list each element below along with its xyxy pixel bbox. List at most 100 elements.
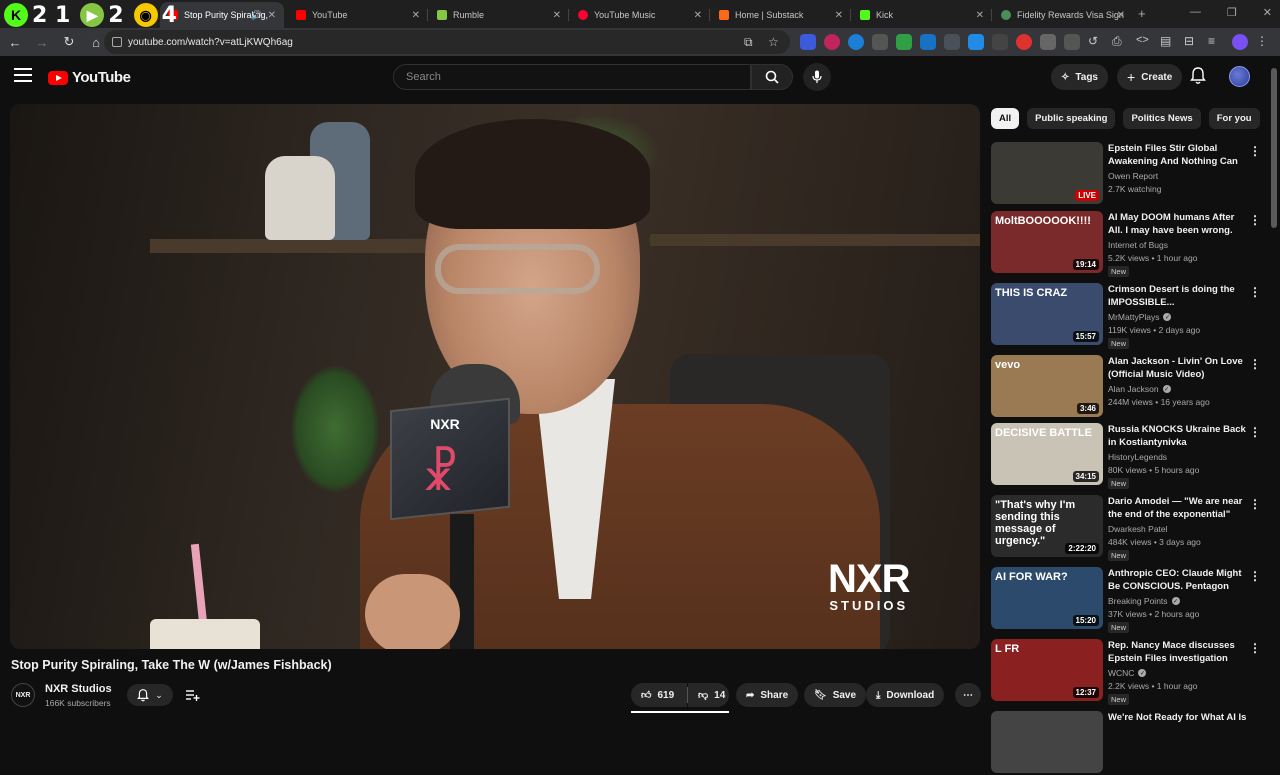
close-icon[interactable]: ✕ bbox=[1117, 10, 1125, 21]
close-icon[interactable]: ✕ bbox=[835, 10, 843, 21]
recommendation-channel[interactable]: MrMattyPlays ✓ bbox=[1108, 312, 1172, 322]
hamburger-menu-icon[interactable] bbox=[14, 68, 32, 82]
media-controls-icon[interactable]: ≡ bbox=[1208, 34, 1224, 50]
more-vertical-icon[interactable]: ⋮ bbox=[1249, 357, 1261, 371]
new-tab-icon[interactable]: + bbox=[1138, 6, 1146, 21]
extension-icon[interactable] bbox=[944, 34, 960, 50]
chip-all[interactable]: All bbox=[991, 108, 1020, 129]
video-thumbnail[interactable]: AI FOR WAR? 15:20 bbox=[991, 567, 1103, 629]
video-thumbnail[interactable]: MoltBOOOOOK!!!! 19:14 bbox=[991, 211, 1103, 273]
recommendation-channel[interactable]: HistoryLegends bbox=[1108, 452, 1167, 462]
page-scrollbar[interactable] bbox=[1271, 60, 1277, 720]
recommendation-title[interactable]: Dario Amodei — "We are near the end of t… bbox=[1108, 495, 1248, 521]
recommendation-channel[interactable]: Breaking Points ✓ bbox=[1108, 596, 1180, 606]
video-thumbnail[interactable]: L FR 12:37 bbox=[991, 639, 1103, 701]
tab-search-icon[interactable]: ⊟ bbox=[1184, 34, 1200, 50]
window-close-icon[interactable]: ✕ bbox=[1263, 6, 1272, 19]
recommendation-title[interactable]: Rep. Nancy Mace discusses Epstein Files … bbox=[1108, 639, 1248, 665]
voice-search-button[interactable] bbox=[803, 63, 831, 91]
extension-icon[interactable] bbox=[968, 34, 984, 50]
video-thumbnail[interactable]: LIVE bbox=[991, 142, 1103, 204]
minimize-icon[interactable]: — bbox=[1190, 6, 1201, 19]
recommendation-channel[interactable]: Owen Report bbox=[1108, 171, 1158, 181]
recommendation-item[interactable]: THIS IS CRAZ 15:57 Crimson Desert is doing… bbox=[991, 283, 1266, 349]
save-button[interactable]: 🔖︎ Save bbox=[804, 683, 867, 707]
recommendation-item[interactable]: vevo 3:46 Alan Jackson - Livin' On Love (O… bbox=[991, 355, 1266, 419]
recommendation-title[interactable]: Crimson Desert is doing the IMPOSSIBLE..… bbox=[1108, 283, 1248, 309]
tab-rumble[interactable]: Rumble ✕ bbox=[429, 2, 569, 28]
like-button[interactable]: 👍︎ 619 bbox=[631, 683, 687, 707]
create-button[interactable]: + Create bbox=[1117, 64, 1183, 90]
more-vertical-icon[interactable]: ⋮ bbox=[1249, 144, 1261, 158]
recommendation-item[interactable]: We're Not Ready for What AI Is bbox=[991, 711, 1266, 775]
scrollbar-thumb[interactable] bbox=[1271, 68, 1277, 228]
extension-icon[interactable] bbox=[992, 34, 1008, 50]
recommendation-item[interactable]: "That's why I'm sending this message of … bbox=[991, 495, 1266, 561]
subscribed-notifications-button[interactable]: ⌄ bbox=[127, 684, 173, 706]
reload-icon[interactable]: ↻ bbox=[57, 30, 81, 54]
dislike-button[interactable]: 👎︎ 14 bbox=[688, 683, 729, 707]
screenshot-icon[interactable]: ⎙ bbox=[1112, 34, 1128, 50]
history-icon[interactable]: ↺ bbox=[1088, 34, 1104, 50]
more-actions-button[interactable]: ⋯ bbox=[955, 683, 981, 707]
extension-icon[interactable] bbox=[920, 34, 936, 50]
video-thumbnail[interactable]: DECISIVE BATTLE 34:15 bbox=[991, 423, 1103, 485]
recommendation-title[interactable]: Russia KNOCKS Ukraine Back in Kostiantyn… bbox=[1108, 423, 1248, 449]
video-thumbnail[interactable]: "That's why I'm sending this message of … bbox=[991, 495, 1103, 557]
recommendation-title[interactable]: AI May DOOM humans After All. I may have… bbox=[1108, 211, 1248, 237]
video-thumbnail[interactable]: vevo 3:46 bbox=[991, 355, 1103, 417]
back-icon[interactable]: ← bbox=[3, 30, 27, 54]
chip-public-speaking[interactable]: Public speaking bbox=[1027, 108, 1116, 129]
extension-icon[interactable] bbox=[1040, 34, 1056, 50]
recommendation-channel[interactable]: Dwarkesh Patel bbox=[1108, 524, 1168, 534]
more-vertical-icon[interactable]: ⋮ bbox=[1249, 569, 1261, 583]
more-vertical-icon[interactable]: ⋮ bbox=[1249, 425, 1261, 439]
menu-icon[interactable]: ⋮ bbox=[1256, 34, 1272, 50]
notifications-button[interactable] bbox=[1190, 67, 1206, 90]
close-icon[interactable]: ✕ bbox=[268, 10, 276, 21]
recommendation-item[interactable]: LIVE Epstein Files Stir Global Awakening … bbox=[991, 142, 1266, 206]
devtools-icon[interactable]: <> bbox=[1136, 34, 1152, 50]
share-button[interactable]: ➦ Share bbox=[736, 683, 799, 707]
chip-for-you[interactable]: For you bbox=[1208, 108, 1260, 129]
tab-kick[interactable]: Kick ✕ bbox=[852, 2, 992, 28]
profile-icon[interactable] bbox=[1232, 34, 1248, 50]
cast-icon[interactable]: ⧉ bbox=[744, 35, 753, 50]
maximize-icon[interactable]: ❐ bbox=[1227, 6, 1237, 19]
more-vertical-icon[interactable]: ⋮ bbox=[1249, 641, 1261, 655]
recommendation-title[interactable]: Epstein Files Stir Global Awakening And … bbox=[1108, 142, 1248, 168]
tags-button[interactable]: ✧ Tags bbox=[1051, 64, 1108, 90]
recommendation-item[interactable]: AI FOR WAR? 15:20 Anthropic CEO: Claude Mi… bbox=[991, 567, 1266, 633]
recommendation-channel[interactable]: WCNC ✓ bbox=[1108, 668, 1147, 678]
close-icon[interactable]: ✕ bbox=[412, 10, 420, 21]
video-player[interactable]: NXR ☧ NXR STUDIOS bbox=[10, 104, 980, 649]
speaker-icon[interactable]: 🔊 bbox=[251, 10, 262, 21]
recommendation-title[interactable]: We're Not Ready for What AI Is bbox=[1108, 711, 1248, 724]
close-icon[interactable]: ✕ bbox=[976, 10, 984, 21]
more-vertical-icon[interactable]: ⋮ bbox=[1249, 213, 1261, 227]
tab-youtube[interactable]: YouTube ✕ bbox=[288, 2, 428, 28]
extension-icon[interactable] bbox=[1016, 34, 1032, 50]
extension-icon[interactable] bbox=[896, 34, 912, 50]
address-bar[interactable]: youtube.com/watch?v=atLjKWQh6ag ⧉ ☆ bbox=[104, 30, 790, 54]
recommendation-title[interactable]: Anthropic CEO: Claude Might Be CONSCIOUS… bbox=[1108, 567, 1248, 593]
search-button[interactable] bbox=[751, 64, 793, 90]
youtube-logo[interactable]: YouTube bbox=[48, 69, 131, 86]
extension-icon[interactable] bbox=[800, 34, 816, 50]
recommendation-title[interactable]: Alan Jackson - Livin' On Love (Official … bbox=[1108, 355, 1248, 381]
add-to-queue-button[interactable] bbox=[182, 684, 204, 706]
more-vertical-icon[interactable]: ⋮ bbox=[1249, 285, 1261, 299]
recommendation-item[interactable]: MoltBOOOOOK!!!! 19:14 AI May DOOM humans A… bbox=[991, 211, 1266, 277]
close-icon[interactable]: ✕ bbox=[694, 10, 702, 21]
video-thumbnail[interactable]: THIS IS CRAZ 15:57 bbox=[991, 283, 1103, 345]
extension-icon[interactable] bbox=[872, 34, 888, 50]
download-button[interactable]: ⤓ Download bbox=[866, 683, 945, 707]
sidebar-icon[interactable]: ▤ bbox=[1160, 34, 1176, 50]
site-info-icon[interactable] bbox=[112, 37, 122, 47]
channel-avatar[interactable]: NXR bbox=[11, 683, 35, 707]
tab-youtube-music[interactable]: YouTube Music ✕ bbox=[570, 2, 710, 28]
forward-icon[interactable]: → bbox=[30, 30, 54, 54]
bookmark-star-icon[interactable]: ☆ bbox=[768, 35, 779, 49]
more-vertical-icon[interactable]: ⋮ bbox=[1249, 497, 1261, 511]
close-icon[interactable]: ✕ bbox=[553, 10, 561, 21]
